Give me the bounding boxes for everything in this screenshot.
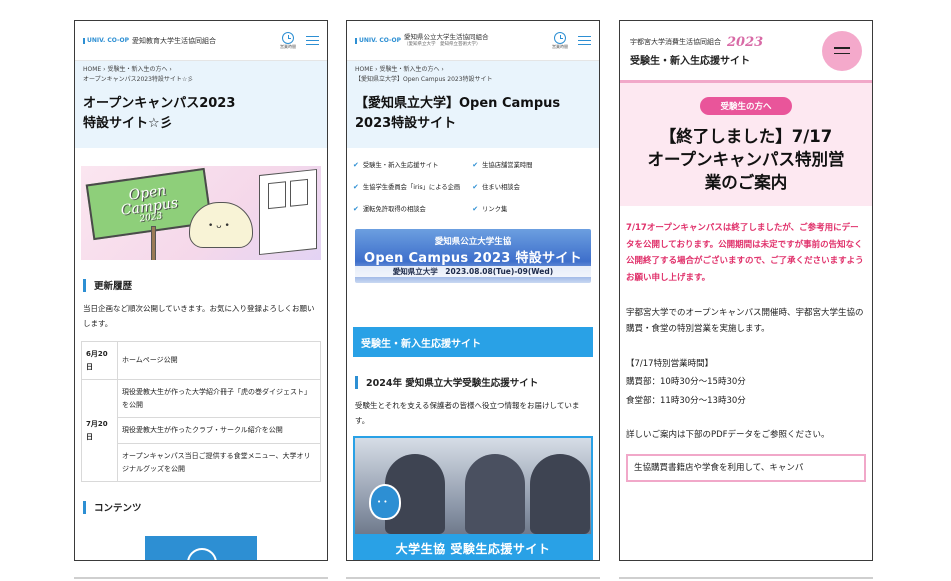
univ-coop-mark: UNIV. CO-OP — [355, 37, 401, 44]
coop-name: 宇都宮大学消費生活協同組合 — [630, 38, 721, 46]
breadcrumb-applicants[interactable]: 受験生・新入生の方へ — [379, 66, 439, 73]
page-title: オープンキャンパス2023 特設サイト☆彡 — [83, 96, 236, 132]
coop-name: 愛知教育大学生活協同組合 — [131, 36, 216, 45]
phone-screenshot-aichi-pref: UNIV. CO-OP 愛知県公立大学生活協同組合 （愛知県立大学 愛知県立芸術… — [346, 20, 600, 561]
applicant-site-band: 受験生・新入生応援サイト — [353, 327, 593, 358]
check-icon: ✔ — [353, 204, 359, 213]
body-text: 宇都宮大学でのオープンキャンパス開催時、宇都宮大学生協の購買・食堂の特別営業を実… — [626, 307, 864, 335]
photo-caption: 大学生協 受験生応援サイト — [355, 533, 591, 560]
check-icon: ✔ — [472, 204, 479, 213]
update-history-table: 6月20日 ホームページ公開 7月20日 現役愛教大生が作った大学紹介冊子「虎の… — [81, 340, 321, 483]
breadcrumb-separator: › — [375, 66, 378, 73]
site-header: UNIV. CO-OP 愛知教育大学生活協同組合 営業時間 — [75, 21, 327, 61]
page-title: 【終了しました】7/17 オープンキャンパス特別営 業のご案内 — [647, 127, 845, 193]
update-text: オープンキャンパス当日ご提供する食堂メニュー、大学オリジナルグッズを公開 — [117, 442, 321, 483]
site-header: 宇都宮大学消費生活協同組合 2023 受験生・新入生応援サイト — [620, 21, 872, 83]
divider — [619, 577, 873, 579]
coop-name: 愛知県公立大学生活協同組合 — [403, 32, 489, 41]
divider — [346, 577, 600, 579]
coop-subname: （愛知県立大学 愛知県立芸術大学） — [403, 41, 481, 47]
site-logo[interactable]: 宇都宮大学消費生活協同組合 2023 受験生・新入生応援サイト — [630, 35, 822, 67]
page-title: 【愛知県立大学】Open Campus 2023特設サイト — [355, 96, 561, 132]
check-icon: ✔ — [353, 182, 359, 191]
update-intro-text: 当日企画など順次公開していきます。お気に入り登録よろしくお願いします。 — [83, 304, 315, 328]
breadcrumb-home[interactable]: HOME — [83, 66, 101, 73]
applicant-site-banner-image[interactable]: 大学生協 受験生応援サイト — [353, 435, 593, 560]
phone-screenshot-aichi-edu: UNIV. CO-OP 愛知教育大学生活協同組合 営業時間 HOME › 受験生… — [74, 20, 328, 561]
banner-title: Open Campus 2023 特設サイト — [364, 251, 582, 267]
coop-logo[interactable]: UNIV. CO-OP 愛知教育大学生活協同組合 — [83, 36, 280, 46]
contents-button[interactable] — [145, 536, 257, 560]
breadcrumb-home[interactable]: HOME — [355, 66, 373, 73]
notice-text: 7/17オープンキャンパスは終了しましたが、ご参考用にデータを公開しております。… — [626, 223, 864, 283]
breadcrumb-current: 【愛知県立大学】Open Campus 2023特設サイト — [355, 75, 493, 83]
update-date: 7月20日 — [81, 379, 118, 483]
hours-shop: 購買部：10時30分～15時30分 — [626, 377, 746, 388]
applicant-intro-text: 受験生とそれを支える保護者の皆様へ役立つ情報をお届けしています。 — [355, 401, 580, 425]
link-housing[interactable]: ✔ 住まい相談会 — [472, 182, 532, 192]
banner-org: 愛知県公立大学生協 — [434, 237, 512, 248]
table-row: 6月20日 ホームページ公開 — [81, 340, 321, 381]
year-logo: 2023 — [727, 34, 764, 50]
pdf-guide-text: 詳しいご案内は下部のPDFデータをご参照ください。 — [626, 430, 830, 441]
link-driving-license[interactable]: ✔ 運転免許取得の相談会 — [353, 204, 460, 214]
category-pill[interactable]: 受験生の方へ — [700, 97, 792, 115]
breadcrumb-separator: › — [441, 66, 444, 73]
link-iris-event[interactable]: ✔ 生協学生委員会「iris」による企画 — [353, 182, 460, 192]
title-area: 受験生の方へ 【終了しました】7/17 オープンキャンパス特別営 業のご案内 — [620, 83, 872, 207]
site-header: UNIV. CO-OP 愛知県公立大学生活協同組合 （愛知県立大学 愛知県立芸術… — [347, 21, 599, 61]
breadcrumb-separator: › — [103, 66, 106, 73]
table-row: 現役愛教大生が作ったクラブ・サークル紹介を公開 — [82, 417, 321, 444]
update-text: 現役愛教大生が作った大学紹介冊子「虎の巻ダイジェスト」を公開 — [117, 379, 321, 419]
site-subtitle: 受験生・新入生応援サイト — [630, 55, 750, 67]
breadcrumb-current: オープンキャンパス2023特設サイト☆彡 — [83, 75, 194, 83]
mascot-illustration — [189, 202, 253, 249]
update-text: 現役愛教大生が作ったクラブ・サークル紹介を公開 — [117, 417, 321, 444]
link-applicant-site[interactable]: ✔ 受験生・新入生応援サイト — [353, 160, 460, 170]
hamburger-menu-icon[interactable] — [578, 35, 591, 46]
student-figure — [530, 453, 590, 534]
coop-logo[interactable]: UNIV. CO-OP 愛知県公立大学生活協同組合 （愛知県立大学 愛知県立芸術… — [355, 32, 552, 47]
contents-heading: コンテンツ — [83, 500, 319, 514]
business-hours-label: 営業時間 — [280, 43, 296, 49]
breadcrumb-separator: › — [169, 66, 172, 73]
check-icon: ✔ — [472, 160, 479, 169]
divider — [74, 577, 328, 579]
business-hours-label: 営業時間 — [552, 43, 568, 49]
business-hours-button[interactable]: 営業時間 — [552, 31, 568, 50]
clock-icon — [554, 31, 566, 44]
business-hours-button[interactable]: 営業時間 — [280, 31, 296, 50]
phone-screenshot-utsunomiya: 宇都宮大学消費生活協同組合 2023 受験生・新入生応援サイト 受験生の方へ 【… — [619, 20, 873, 561]
open-campus-banner[interactable]: 愛知県公立大学生協 Open Campus 2023 特設サイト 愛知県立大学 … — [355, 229, 591, 284]
page-title-band: 【愛知県立大学】Open Campus 2023特設サイト — [347, 86, 599, 149]
clock-icon — [282, 31, 294, 44]
student-figure — [465, 453, 525, 534]
banner-date: 愛知県立大学 2023.08.08(Tue)-09(Wed) — [355, 266, 591, 278]
hamburger-menu-icon[interactable] — [306, 35, 319, 46]
open-campus-hero-image: Open Campus 2023 — [81, 166, 321, 261]
hamburger-menu-icon[interactable] — [822, 30, 862, 71]
applicant-site-heading: 2024年 愛知県立大学受験生応援サイト — [355, 375, 591, 389]
check-icon: ✔ — [472, 182, 479, 191]
breadcrumb-applicants[interactable]: 受験生・新入生の方へ — [107, 66, 167, 73]
check-icon: ✔ — [353, 160, 359, 169]
quick-links: ✔ 受験生・新入生応援サイト ✔ 生協店舗営業時間 ✔ 生協学生委員会「iris」によ… — [347, 148, 599, 214]
page-title-band: オープンキャンパス2023 特設サイト☆彡 — [75, 86, 327, 149]
table-row: オープンキャンパス当日ご提供する食堂メニュー、大学オリジナルグッズを公開 — [82, 442, 321, 483]
hours-cafe: 食堂部：11時30分～13時30分 — [626, 395, 746, 406]
update-history-heading: 更新履歴 — [83, 278, 319, 292]
daruma-mascot-icon — [369, 483, 401, 520]
update-date: 6月20日 — [81, 340, 118, 381]
univ-coop-mark: UNIV. CO-OP — [83, 37, 129, 44]
door-illustration — [259, 169, 317, 256]
info-box: 生協購買書籍店や学食を利用して、キャンパ — [626, 453, 866, 483]
link-store-hours[interactable]: ✔ 生協店舗営業時間 — [472, 160, 532, 170]
breadcrumb: HOME › 受験生・新入生の方へ › 【愛知県立大学】Open Campus … — [347, 61, 599, 87]
update-text: ホームページ公開 — [117, 340, 321, 381]
sign-post — [151, 226, 156, 261]
table-row: 7月20日 現役愛教大生が作った大学紹介冊子「虎の巻ダイジェスト」を公開 — [81, 379, 321, 483]
hours-heading: 【7/17特別営業時間】 — [626, 358, 714, 369]
link-links[interactable]: ✔ リンク集 — [472, 204, 532, 214]
breadcrumb: HOME › 受験生・新入生の方へ › オープンキャンパス2023特設サイト☆彡 — [75, 61, 327, 87]
